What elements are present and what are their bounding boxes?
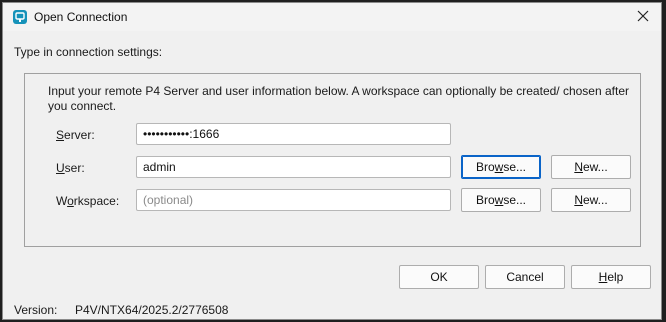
ok-button[interactable]: OK <box>399 265 479 289</box>
intro-text: Input your remote P4 Server and user inf… <box>48 84 629 113</box>
server-label: Server: <box>56 128 95 142</box>
user-browse-button[interactable]: Browse... <box>461 155 541 179</box>
help-button[interactable]: Help <box>571 265 651 289</box>
title-bar: Open Connection <box>3 3 661 31</box>
workspace-field[interactable] <box>136 189 451 211</box>
p4v-app-icon <box>13 10 27 24</box>
section-label: Type in connection settings: <box>14 45 163 59</box>
version-label: Version: <box>14 303 58 317</box>
workspace-browse-button[interactable]: Browse... <box>461 188 541 212</box>
server-field[interactable] <box>136 123 451 145</box>
connection-settings-group: Input your remote P4 Server and user inf… <box>24 73 641 247</box>
user-new-button[interactable]: New... <box>551 155 631 179</box>
version-value: P4V/NTX64/2025.2/2776508 <box>75 303 229 317</box>
user-field[interactable] <box>136 156 451 178</box>
open-connection-dialog: Open Connection Type in connection setti… <box>2 2 662 320</box>
workspace-label: Workspace: <box>56 194 120 208</box>
window-title: Open Connection <box>34 10 128 24</box>
close-icon <box>637 10 649 22</box>
cancel-button[interactable]: Cancel <box>485 265 565 289</box>
user-label: User: <box>56 161 85 175</box>
workspace-new-button[interactable]: New... <box>551 188 631 212</box>
close-button[interactable] <box>633 7 653 27</box>
